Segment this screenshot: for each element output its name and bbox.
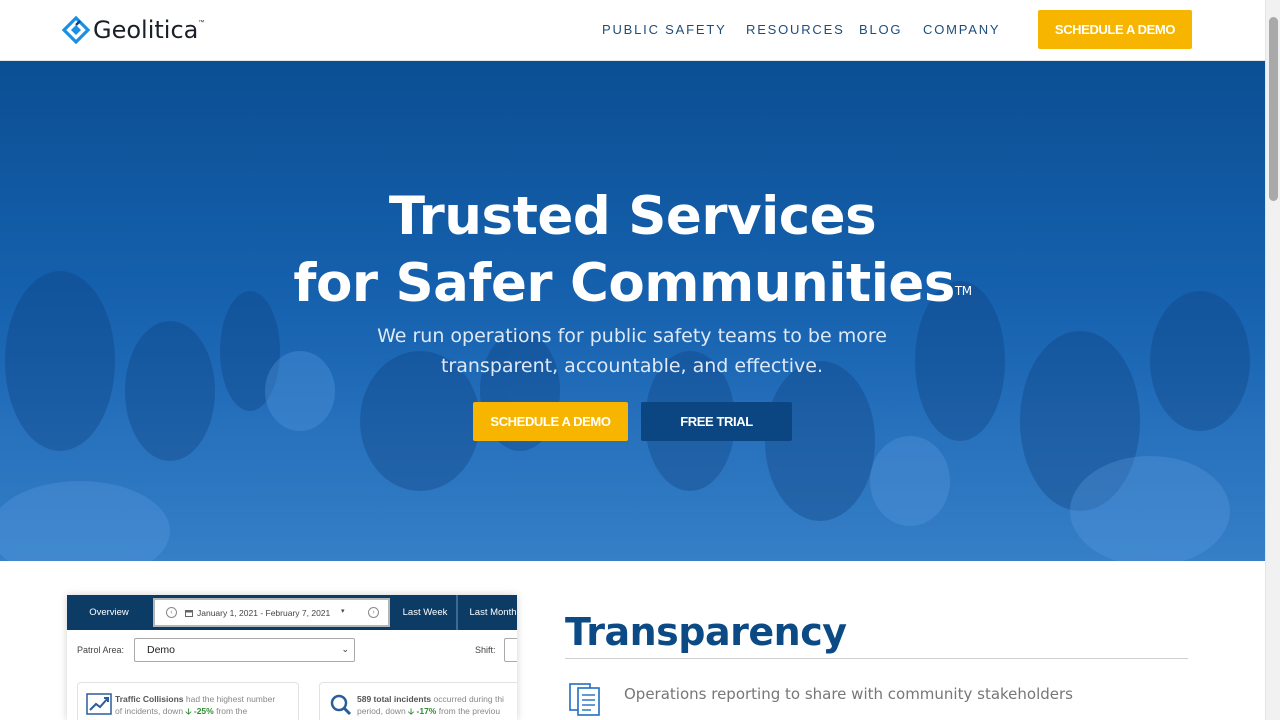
hero-subtitle: We run operations for public safety team… bbox=[332, 321, 932, 381]
section-title: Transparency bbox=[565, 610, 847, 654]
magnifier-icon bbox=[330, 694, 352, 715]
header-schedule-demo-button[interactable]: SCHEDULE A DEMO bbox=[1038, 10, 1192, 49]
dashboard-tab-last-week: Last Week bbox=[402, 607, 448, 618]
arrow-down-icon: 🡣 bbox=[408, 706, 417, 716]
hero-free-trial-button[interactable]: FREE TRIAL bbox=[641, 402, 792, 441]
hero-title-trademark: TM bbox=[954, 284, 972, 298]
chevron-down-icon: ▾ bbox=[341, 608, 345, 615]
dashboard-card-traffic: Traffic Collisions had the highest numbe… bbox=[77, 682, 299, 720]
brand-trademark: ™ bbox=[198, 20, 205, 26]
card-incidents-line2-post: from the previou bbox=[436, 706, 501, 716]
hero-title-line2: for Safer Communities bbox=[293, 253, 955, 314]
nav-blog[interactable]: BLOG bbox=[859, 22, 902, 37]
chevron-right-icon: › bbox=[368, 607, 379, 618]
page: Geolitica ™ PUBLIC SAFETY RESOURCES BLOG… bbox=[0, 0, 1280, 720]
dashboard-card-incidents: 589 total incidents occurred during thi … bbox=[319, 682, 517, 720]
geolitica-logo-icon bbox=[62, 16, 90, 44]
card-traffic-line1: had the highest number bbox=[183, 694, 276, 704]
dashboard-card-traffic-text: Traffic Collisions had the highest numbe… bbox=[115, 693, 275, 717]
card-incidents-title: 589 total incidents bbox=[357, 694, 432, 704]
card-incidents-pct: -17% bbox=[416, 706, 437, 716]
chevron-left-icon: ‹ bbox=[166, 607, 177, 618]
page-scrollbar[interactable] bbox=[1265, 0, 1280, 720]
dashboard-patrol-area-select: Demo ⌄ bbox=[134, 638, 355, 662]
card-incidents-line1: occurred during thi bbox=[431, 694, 504, 704]
nav-public-safety[interactable]: PUBLIC SAFETY bbox=[602, 22, 727, 37]
card-traffic-line2-pre: of incidents, down bbox=[115, 706, 186, 716]
hero-subtitle-line1: We run operations for public safety team… bbox=[377, 325, 887, 347]
brand-logo[interactable]: Geolitica ™ bbox=[62, 14, 204, 46]
dashboard-card-incidents-text: 589 total incidents occurred during thi … bbox=[357, 693, 504, 717]
dashboard-shift-select bbox=[504, 638, 517, 662]
dashboard-tab-last-month: Last Month bbox=[469, 607, 517, 618]
hero-title: Trusted Services for Safer CommunitiesTM bbox=[0, 183, 1265, 317]
card-traffic-pct: -25% bbox=[193, 706, 214, 716]
nav-resources[interactable]: RESOURCES bbox=[746, 22, 845, 37]
card-traffic-title: Traffic Collisions bbox=[115, 694, 184, 704]
dashboard-patrol-area-value: Demo bbox=[147, 644, 176, 656]
hero-schedule-demo-button[interactable]: SCHEDULE A DEMO bbox=[473, 402, 628, 441]
hero-section: Trusted Services for Safer CommunitiesTM… bbox=[0, 61, 1265, 561]
calendar-icon bbox=[185, 610, 193, 617]
dashboard-patrol-area-label: Patrol Area: bbox=[77, 645, 125, 655]
scrollbar-thumb[interactable] bbox=[1269, 17, 1278, 201]
chevron-down-icon: ⌄ bbox=[341, 644, 349, 654]
dashboard-date-range: ‹ January 1, 2021 - February 7, 2021 ▾ › bbox=[153, 598, 390, 627]
dashboard-date-range-text: January 1, 2021 - February 7, 2021 bbox=[197, 608, 331, 618]
dashboard-toolbar: Overview ‹ January 1, 2021 - February 7,… bbox=[67, 595, 517, 630]
document-icon bbox=[569, 683, 600, 716]
dashboard-tab-overview: Overview bbox=[89, 607, 129, 618]
feature-text: Operations reporting to share with commu… bbox=[624, 685, 1073, 703]
card-incidents-line2-pre: period, down bbox=[357, 706, 409, 716]
arrow-down-icon: 🡣 bbox=[185, 706, 194, 716]
dashboard-preview: Overview ‹ January 1, 2021 - February 7,… bbox=[67, 595, 517, 720]
section-divider bbox=[565, 658, 1188, 659]
hero-title-line1: Trusted Services bbox=[388, 186, 877, 247]
nav-company[interactable]: COMPANY bbox=[923, 22, 1000, 37]
dashboard-shift-label: Shift: bbox=[475, 645, 496, 655]
site-header: Geolitica ™ PUBLIC SAFETY RESOURCES BLOG… bbox=[0, 0, 1265, 61]
trend-chart-icon bbox=[86, 693, 112, 715]
brand-name: Geolitica bbox=[93, 16, 199, 44]
hero-subtitle-line2: transparent, accountable, and effective. bbox=[440, 355, 824, 377]
card-traffic-line2-post: from the bbox=[213, 706, 248, 716]
